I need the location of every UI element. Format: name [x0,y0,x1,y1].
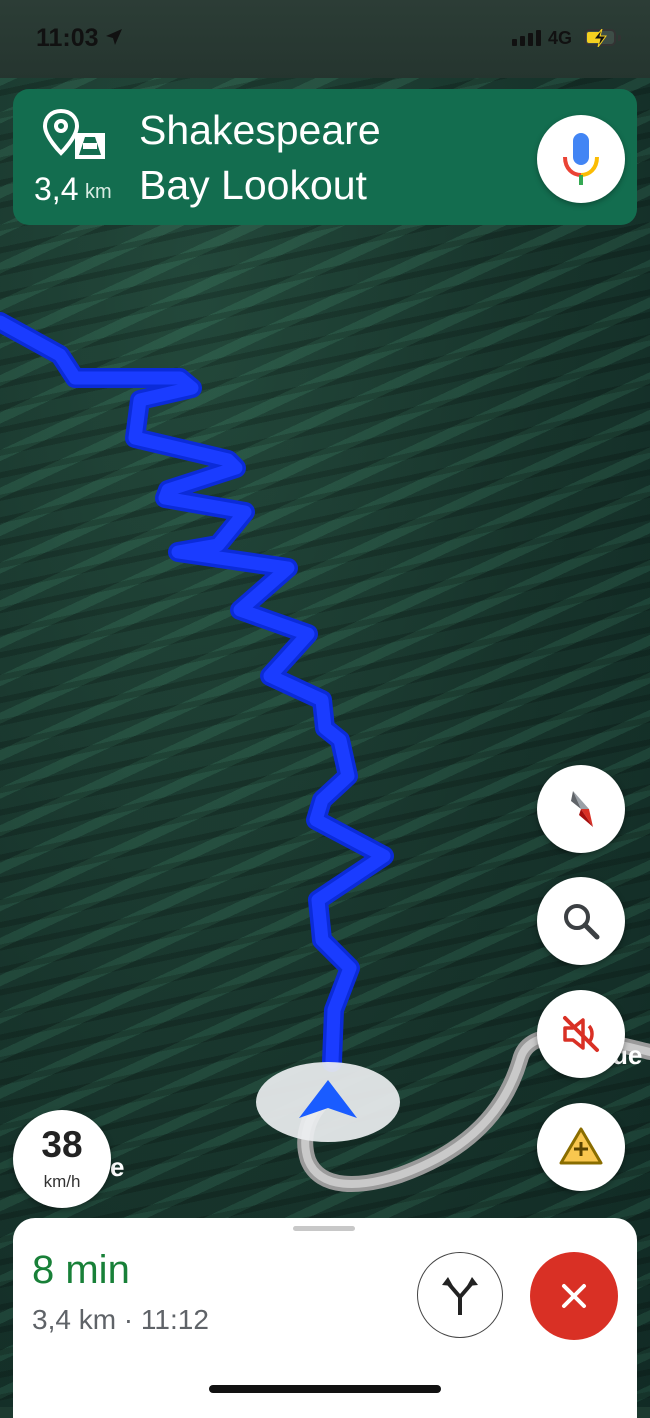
status-time: 11:03 [36,24,99,52]
sound-toggle-button[interactable] [537,990,625,1078]
navigation-arrow-icon [299,1080,357,1118]
alternate-routes-button[interactable] [417,1252,503,1338]
network-type: 4G [548,28,573,48]
destination-name: Shakespeare [139,107,381,153]
distance-to-turn: 3,4 [34,171,79,207]
add-incident-icon [559,1127,603,1165]
destination-name: Bay Lookout [139,162,367,208]
cellular-signal-icon [512,30,541,46]
map-road-label: e [110,1152,125,1182]
microphone-icon [563,133,599,185]
sheet-grabber[interactable] [293,1226,355,1231]
compass-icon [571,791,593,827]
status-bar: 11:03 4G [0,0,650,78]
search-icon [564,904,600,940]
exit-navigation-button[interactable] [530,1252,618,1340]
eta-duration: 8 min [32,1248,130,1292]
speed-unit: km/h [43,1172,81,1191]
speedometer: 38 km/h [13,1110,111,1208]
location-arrow-icon [106,29,122,45]
current-speed: 38 [41,1124,83,1165]
home-indicator[interactable] [209,1385,441,1393]
distance-unit: km [85,181,112,203]
search-along-route-button[interactable] [537,877,625,965]
sound-muted-icon [563,1016,599,1052]
report-incident-button[interactable] [537,1103,625,1191]
navigation-banner[interactable]: 3,4 km Shakespeare Bay Lookout [13,89,637,225]
charging-bolt-icon [592,29,607,47]
alternate-routes-icon [442,1277,478,1315]
close-icon [562,1284,586,1308]
voice-search-button[interactable] [537,115,625,203]
current-location-puck [256,1062,400,1142]
destination-parking-icon [43,108,105,159]
trip-details: 3,4 km · 11:12 [32,1304,209,1335]
compass-button[interactable] [537,765,625,853]
